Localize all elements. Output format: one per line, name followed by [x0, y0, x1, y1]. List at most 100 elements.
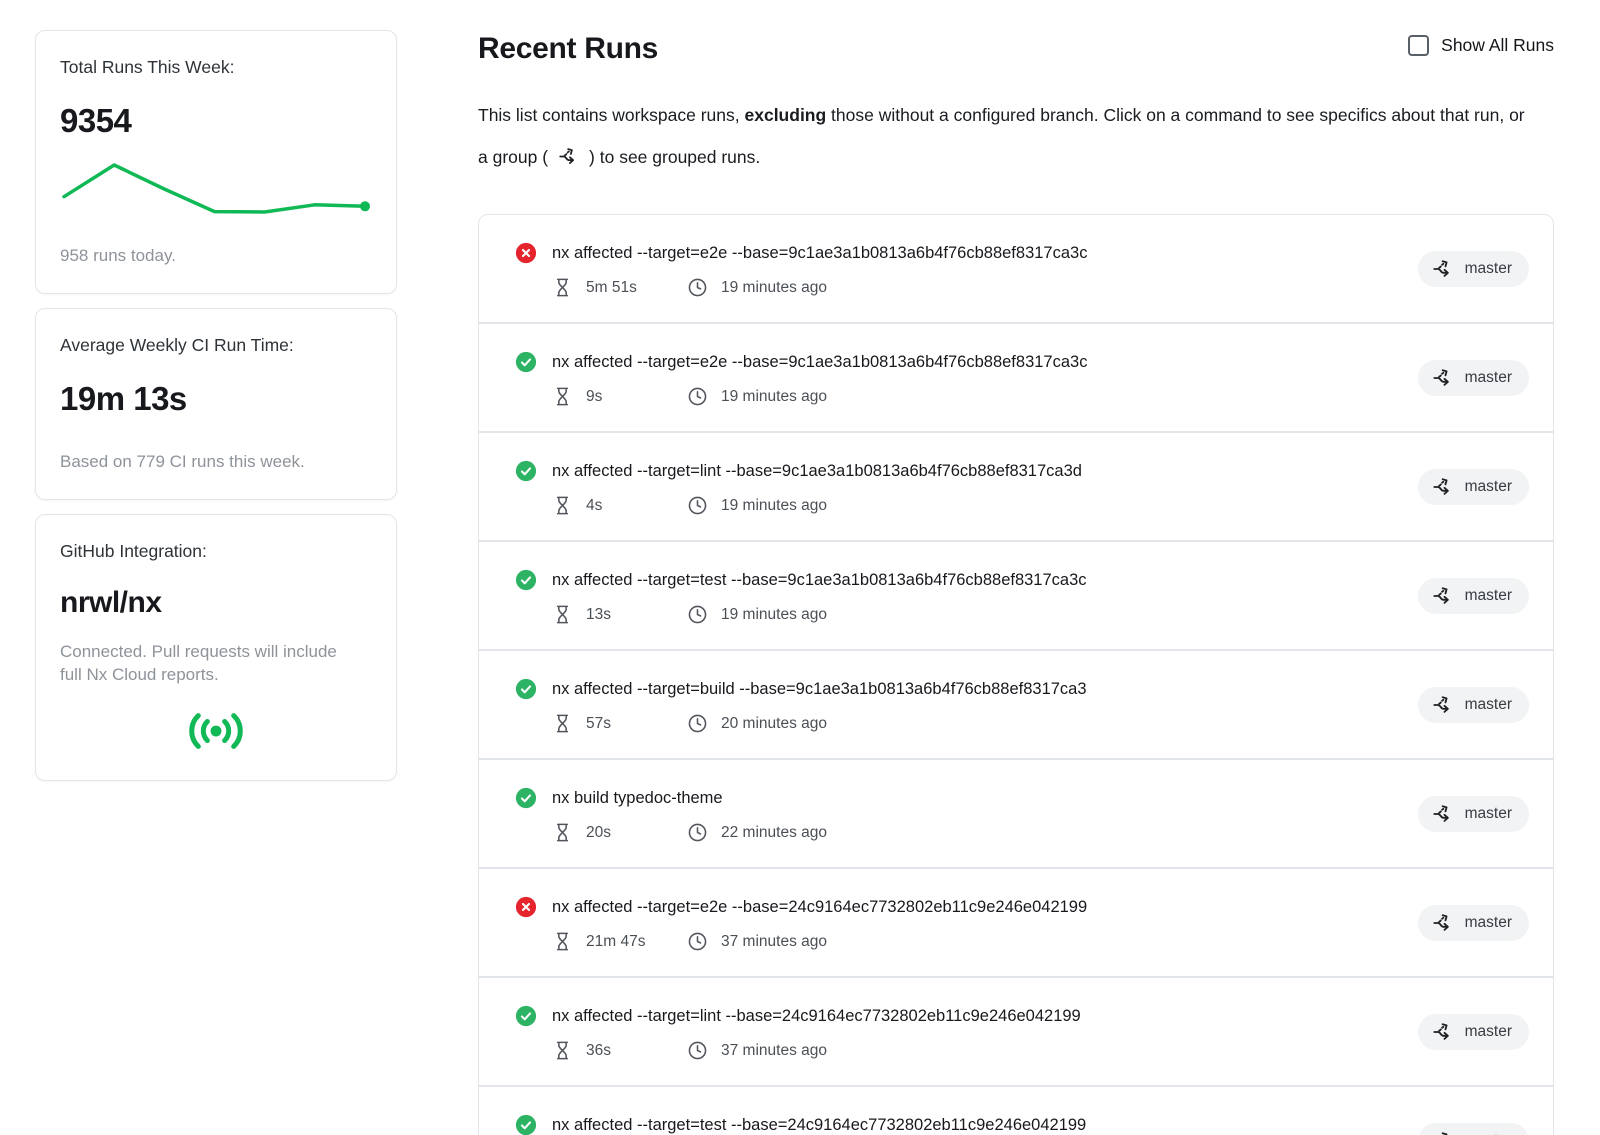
hourglass-icon	[552, 931, 573, 952]
branch-split-icon	[558, 146, 579, 167]
clock-icon	[687, 277, 708, 298]
branch-name: master	[1465, 1023, 1512, 1041]
clock-icon	[687, 1040, 708, 1061]
branch-split-icon	[1432, 803, 1454, 825]
branch-name: master	[1465, 587, 1512, 605]
success-status-icon	[515, 678, 537, 700]
branch-name: master	[1465, 478, 1512, 496]
run-command-link[interactable]: nx affected --target=build --base=9c1ae3…	[552, 680, 1087, 699]
avg-ci-time-card: Average Weekly CI Run Time: 19m 13s Base…	[35, 308, 397, 500]
hourglass-icon	[552, 713, 573, 734]
recent-runs-list: nx affected --target=e2e --base=9c1ae3a1…	[478, 214, 1554, 1135]
branch-group-badge[interactable]: master	[1418, 360, 1529, 396]
branch-name: master	[1465, 805, 1512, 823]
branch-split-icon	[1432, 367, 1454, 389]
hourglass-icon	[552, 822, 573, 843]
description-text-3: ) to see grouped runs.	[589, 147, 760, 167]
branch-name: master	[1465, 260, 1512, 278]
failed-status-icon	[515, 242, 537, 264]
github-repo-name: nrwl/nx	[60, 586, 372, 620]
clock-icon	[687, 604, 708, 625]
github-integration-card: GitHub Integration: nrwl/nx Connected. P…	[35, 514, 397, 781]
run-row[interactable]: nx affected --target=test --base=9c1ae3a…	[479, 542, 1553, 649]
run-row[interactable]: nx build typedoc-theme 20s 22 minutes ag…	[479, 760, 1553, 867]
run-row[interactable]: nx affected --target=test --base=24c9164…	[479, 1087, 1553, 1135]
branch-group-badge[interactable]: master	[1418, 469, 1529, 505]
run-time-ago-text: 19 minutes ago	[721, 497, 827, 515]
clock-icon	[687, 931, 708, 952]
clock-icon	[687, 713, 708, 734]
run-command-link[interactable]: nx affected --target=e2e --base=9c1ae3a1…	[552, 244, 1087, 263]
branch-split-icon	[1432, 1130, 1454, 1135]
stats-sidebar: Total Runs This Week: 9354 958 runs toda…	[35, 30, 397, 1135]
run-time-ago-text: 19 minutes ago	[721, 279, 827, 297]
run-time-ago-text: 19 minutes ago	[721, 606, 827, 624]
total-runs-title: Total Runs This Week:	[60, 57, 372, 78]
branch-group-badge[interactable]: master	[1418, 578, 1529, 614]
run-time-ago-text: 22 minutes ago	[721, 824, 827, 842]
success-status-icon	[515, 787, 537, 809]
run-command-link[interactable]: nx affected --target=lint --base=9c1ae3a…	[552, 462, 1082, 481]
broadcast-icon	[187, 708, 245, 754]
success-status-icon	[515, 351, 537, 373]
run-row[interactable]: nx affected --target=lint --base=9c1ae3a…	[479, 433, 1553, 540]
run-time-ago-text: 37 minutes ago	[721, 933, 827, 951]
total-runs-sparkline-chart	[60, 158, 372, 222]
success-status-icon	[515, 1005, 537, 1027]
recent-runs-panel: Recent Runs Show All Runs This list cont…	[478, 30, 1554, 1135]
run-duration-text: 20s	[586, 824, 611, 842]
github-integration-title: GitHub Integration:	[60, 541, 372, 562]
run-command-link[interactable]: nx affected --target=e2e --base=9c1ae3a1…	[552, 353, 1087, 372]
page-title: Recent Runs	[478, 30, 658, 68]
clock-icon	[687, 822, 708, 843]
avg-ci-time-title: Average Weekly CI Run Time:	[60, 335, 372, 356]
branch-group-badge[interactable]: master	[1418, 905, 1529, 941]
runs-today-text: 958 runs today.	[60, 244, 372, 267]
branch-group-badge[interactable]: master	[1418, 251, 1529, 287]
run-row[interactable]: nx affected --target=lint --base=24c9164…	[479, 978, 1553, 1085]
branch-name: master	[1465, 914, 1512, 932]
show-all-runs-checkbox[interactable]	[1408, 35, 1429, 56]
hourglass-icon	[552, 604, 573, 625]
show-all-runs-label: Show All Runs	[1441, 35, 1554, 56]
run-row[interactable]: nx affected --target=e2e --base=9c1ae3a1…	[479, 324, 1553, 431]
clock-icon	[687, 386, 708, 407]
branch-split-icon	[1432, 1021, 1454, 1043]
total-runs-value: 9354	[60, 102, 372, 140]
branch-split-icon	[1432, 476, 1454, 498]
run-duration-text: 4s	[586, 497, 602, 515]
run-duration-text: 36s	[586, 1042, 611, 1060]
run-command-link[interactable]: nx affected --target=lint --base=24c9164…	[552, 1007, 1081, 1026]
run-command-link[interactable]: nx affected --target=test --base=24c9164…	[552, 1116, 1086, 1135]
run-duration-text: 5m 51s	[586, 279, 637, 297]
success-status-icon	[515, 460, 537, 482]
github-connected-text: Connected. Pull requests will include fu…	[60, 640, 360, 686]
run-command-link[interactable]: nx build typedoc-theme	[552, 789, 723, 808]
branch-group-badge[interactable]: master	[1418, 1014, 1529, 1050]
run-row[interactable]: nx affected --target=e2e --base=9c1ae3a1…	[479, 215, 1553, 322]
branch-split-icon	[1432, 585, 1454, 607]
run-command-link[interactable]: nx affected --target=e2e --base=24c9164e…	[552, 898, 1087, 917]
branch-group-badge[interactable]: master	[1418, 796, 1529, 832]
clock-icon	[687, 495, 708, 516]
avg-ci-time-footer: Based on 779 CI runs this week.	[60, 450, 372, 473]
page-layout: Total Runs This Week: 9354 958 runs toda…	[0, 0, 1600, 1135]
run-time-ago-text: 37 minutes ago	[721, 1042, 827, 1060]
branch-name: master	[1465, 696, 1512, 714]
branch-group-badge[interactable]: master	[1418, 1123, 1529, 1135]
total-runs-card: Total Runs This Week: 9354 958 runs toda…	[35, 30, 397, 294]
branch-split-icon	[1432, 694, 1454, 716]
run-row[interactable]: nx affected --target=build --base=9c1ae3…	[479, 651, 1553, 758]
branch-name: master	[1465, 369, 1512, 387]
success-status-icon	[515, 1114, 537, 1135]
run-command-link[interactable]: nx affected --target=test --base=9c1ae3a…	[552, 571, 1087, 590]
hourglass-icon	[552, 495, 573, 516]
run-duration-text: 13s	[586, 606, 611, 624]
run-duration-text: 21m 47s	[586, 933, 645, 951]
hourglass-icon	[552, 386, 573, 407]
run-row[interactable]: nx affected --target=e2e --base=24c9164e…	[479, 869, 1553, 976]
run-time-ago-text: 19 minutes ago	[721, 388, 827, 406]
run-duration-text: 9s	[586, 388, 602, 406]
show-all-runs-toggle[interactable]: Show All Runs	[1408, 35, 1554, 56]
branch-group-badge[interactable]: master	[1418, 687, 1529, 723]
